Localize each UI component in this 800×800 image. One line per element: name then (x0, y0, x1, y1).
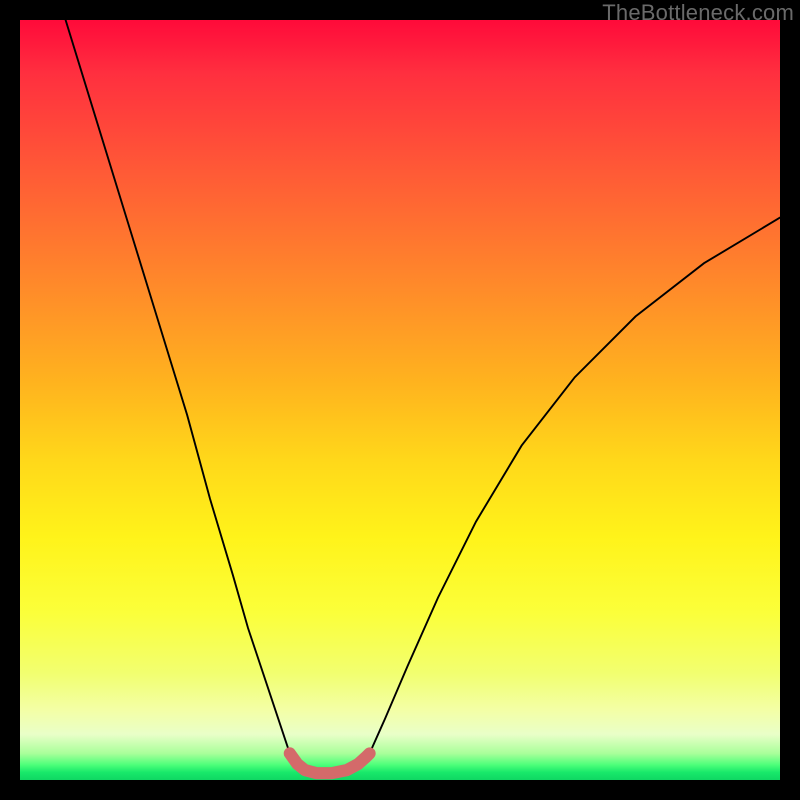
chart-svg (20, 20, 780, 780)
chart-frame: TheBottleneck.com (0, 0, 800, 800)
right-curve-black (370, 218, 780, 754)
chart-plot-area (20, 20, 780, 780)
left-curve-black (66, 20, 290, 753)
valley-highlight-pink (290, 753, 370, 773)
